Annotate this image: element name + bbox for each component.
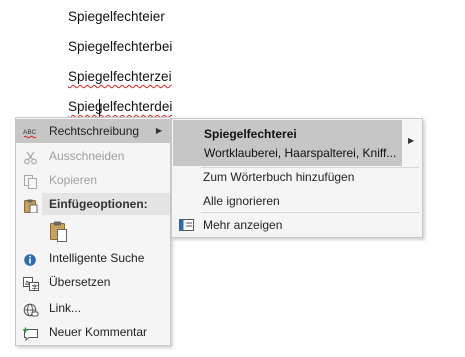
cut-label: Ausschneiden <box>49 149 125 163</box>
spelling-label: Rechtschreibung <box>49 124 140 138</box>
link-label: Link... <box>49 301 82 315</box>
text-cursor <box>99 99 100 116</box>
document-line-2: Spiegelfechterbei <box>68 39 173 54</box>
smart-lookup-label: Intelligente Suche <box>49 251 145 265</box>
cut-menu-item[interactable]: Ausschneiden <box>16 144 170 168</box>
link-globe-icon <box>23 301 39 317</box>
paste-options-label: Einfügeoptionen: <box>49 197 148 211</box>
spelling-menu-item[interactable]: ABC Rechtschreibung ▶ <box>16 119 170 143</box>
copy-icon <box>23 173 39 189</box>
spelling-submenu: Spiegelfechterei Wortklauberei, Haarspal… <box>171 118 423 238</box>
spelling-suggestion[interactable]: Spiegelfechterei Wortklauberei, Haarspal… <box>173 120 401 166</box>
show-more-item[interactable]: Mehr anzeigen <box>203 218 282 232</box>
document-line-4: Spiegelfechterdei <box>68 99 173 114</box>
spelling-check-icon: ABC <box>23 124 39 139</box>
new-comment-label: Neuer Kommentar <box>49 325 148 339</box>
show-more-icon <box>179 218 195 232</box>
svg-text:ABC: ABC <box>23 129 37 136</box>
suggestion-synonyms: Wortklauberei, Haarspalterei, Kniff... <box>204 146 397 160</box>
translate-icon: a 字 <box>23 275 39 291</box>
submenu-divider <box>201 167 419 168</box>
submenu-arrow-icon: ▶ <box>155 126 162 135</box>
smart-lookup-icon <box>23 251 39 266</box>
copy-label: Kopieren <box>49 173 98 187</box>
clipboard-icon <box>23 197 39 214</box>
paste-options-header: Einfügeoptionen: <box>42 193 170 215</box>
link-menu-item[interactable]: Link... <box>16 296 170 320</box>
scissors-icon <box>23 149 39 165</box>
new-comment-menu-item[interactable]: Neuer Kommentar <box>16 320 170 344</box>
svg-text:字: 字 <box>32 282 39 291</box>
document-line-1: Spiegelfechteier <box>68 9 165 24</box>
context-menu: ABC Rechtschreibung ▶ Ausschneiden Kopie… <box>15 117 171 346</box>
ignore-all-item[interactable]: Alle ignorieren <box>203 194 280 208</box>
translate-label: Übersetzen <box>49 275 111 289</box>
copy-menu-item[interactable]: Kopieren <box>16 168 170 192</box>
add-to-dictionary-item[interactable]: Zum Wörterbuch hinzufügen <box>203 170 354 184</box>
new-comment-icon <box>23 325 39 342</box>
submenu-arrow-icon: ▶ <box>408 136 415 145</box>
document-line-3: Spiegelfechterzei <box>68 69 172 84</box>
synonyms-expand-button[interactable]: ▶ <box>401 120 422 166</box>
submenu-divider <box>201 212 419 213</box>
paste-keep-text-only-icon[interactable] <box>48 218 70 244</box>
translate-menu-item[interactable]: a 字 Übersetzen <box>16 270 170 294</box>
suggestion-word: Spiegelfechterei <box>204 127 297 141</box>
svg-text:a: a <box>25 280 29 287</box>
smart-lookup-menu-item[interactable]: Intelligente Suche <box>16 246 170 270</box>
